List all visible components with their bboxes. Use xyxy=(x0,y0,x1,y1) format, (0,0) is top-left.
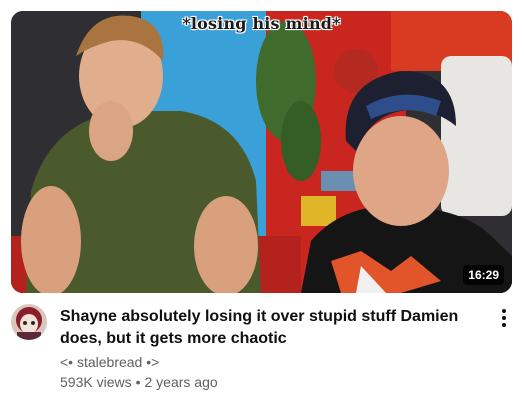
channel-avatar[interactable] xyxy=(11,304,47,340)
meta-separator: • xyxy=(135,374,141,390)
video-title[interactable]: Shayne absolutely losing it over stupid … xyxy=(60,306,480,350)
view-count: 593K views xyxy=(60,374,132,390)
video-thumbnail[interactable]: *losing his mind* 16:29 xyxy=(11,11,512,293)
thumbnail-caption: *losing his mind* xyxy=(182,14,341,33)
video-metadata: 593K views • 2 years ago xyxy=(60,374,218,390)
upload-age: 2 years ago xyxy=(144,374,218,390)
more-vertical-icon[interactable] xyxy=(492,306,516,330)
channel-name[interactable]: <• stalebread •> xyxy=(60,354,159,370)
avatar-image xyxy=(11,304,47,340)
thumbnail-image xyxy=(11,11,512,293)
duration-badge: 16:29 xyxy=(463,265,504,285)
video-card: *losing his mind* 16:29 Shayne absolutel… xyxy=(0,0,524,403)
